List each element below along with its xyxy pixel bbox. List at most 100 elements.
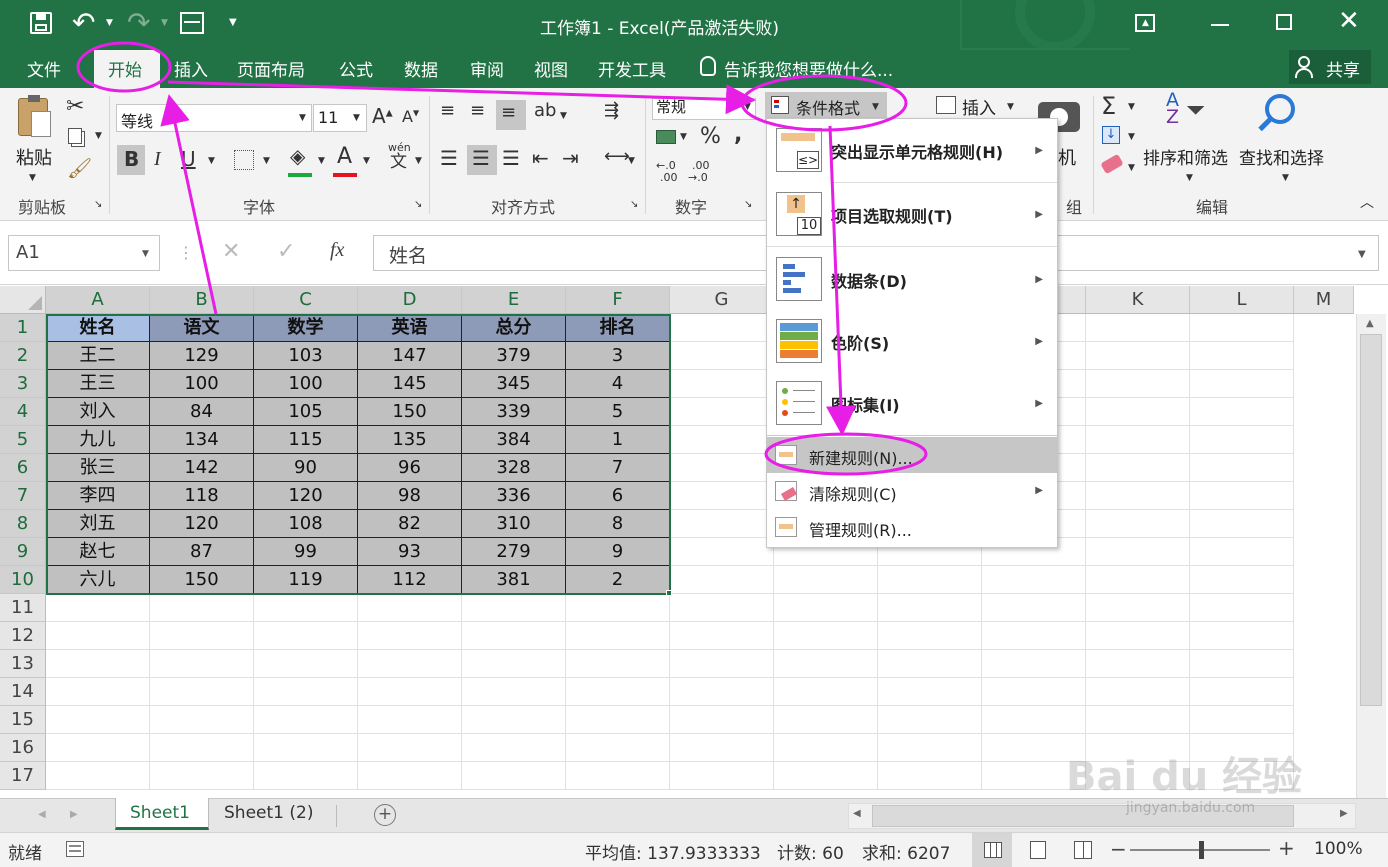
table-cell[interactable] <box>774 622 878 650</box>
table-cell[interactable] <box>46 762 150 790</box>
table-cell[interactable] <box>878 762 982 790</box>
merge-center-icon[interactable]: ⟷ <box>604 148 630 166</box>
table-cell[interactable] <box>1190 314 1294 342</box>
column-header-a[interactable]: A <box>46 286 150 314</box>
sheet-tab-sheet1-2[interactable]: Sheet1 (2) <box>224 803 313 823</box>
menu-item-new-rule[interactable]: 新建规则(N)... <box>767 437 1057 473</box>
table-cell[interactable] <box>566 762 670 790</box>
table-cell[interactable] <box>254 650 358 678</box>
autosum-dropdown-icon[interactable]: ▼ <box>1128 103 1135 112</box>
menu-item-data-bars[interactable]: 数据条(D) ▶ <box>767 248 1057 310</box>
table-cell[interactable] <box>150 706 254 734</box>
table-cell[interactable] <box>462 762 566 790</box>
select-all-corner[interactable] <box>0 286 46 314</box>
table-cell[interactable] <box>462 678 566 706</box>
save-icon[interactable] <box>30 12 52 34</box>
expand-formula-icon[interactable]: ▼ <box>1358 249 1366 260</box>
page-layout-view-icon[interactable] <box>1030 841 1046 859</box>
sort-filter-button[interactable]: 排序和筛选 <box>1143 144 1228 169</box>
font-color-dropdown-icon[interactable]: ▼ <box>363 157 370 166</box>
fill-icon[interactable]: ↓ <box>1102 126 1120 144</box>
table-cell[interactable] <box>358 622 462 650</box>
table-cell[interactable] <box>982 678 1086 706</box>
table-cell[interactable] <box>1086 622 1190 650</box>
tab-formulas[interactable]: 公式 <box>339 56 373 81</box>
row-header-2[interactable]: 2 <box>0 342 46 370</box>
insert-cells-dropdown-icon[interactable]: ▼ <box>1007 103 1014 112</box>
table-cell[interactable] <box>1190 706 1294 734</box>
table-cell[interactable] <box>254 762 358 790</box>
accounting-dropdown-icon[interactable]: ▼ <box>680 133 687 142</box>
menu-item-manage-rules[interactable]: 管理规则(R)... <box>767 509 1057 545</box>
paste-dropdown-icon[interactable]: ▼ <box>29 174 36 183</box>
undo-dropdown-icon[interactable]: ▼ <box>106 18 113 28</box>
underline-button[interactable]: U <box>181 149 196 169</box>
table-cell[interactable] <box>358 594 462 622</box>
worksheet-grid[interactable]: ABCDEFGHIJKLM 1234567891011121314151617 … <box>0 286 1388 798</box>
table-cell[interactable] <box>46 650 150 678</box>
align-middle-icon[interactable]: ≡ <box>470 102 485 120</box>
macro-record-icon[interactable] <box>66 841 84 857</box>
font-size-dropdown-icon[interactable]: ▼ <box>353 114 360 123</box>
table-cell[interactable] <box>46 734 150 762</box>
table-cell[interactable] <box>1190 538 1294 566</box>
table-cell[interactable] <box>1190 622 1294 650</box>
autosum-icon[interactable]: Σ <box>1101 94 1116 118</box>
sort-filter-icon[interactable]: AZ <box>1166 90 1179 126</box>
table-cell[interactable] <box>46 622 150 650</box>
table-cell[interactable] <box>462 734 566 762</box>
find-select-dropdown-icon[interactable]: ▼ <box>1282 174 1289 183</box>
table-cell[interactable] <box>1190 482 1294 510</box>
align-left-icon[interactable]: ☰ <box>440 148 458 168</box>
table-cell[interactable] <box>670 706 774 734</box>
table-cell[interactable] <box>254 734 358 762</box>
font-name-dropdown-icon[interactable]: ▼ <box>299 114 306 123</box>
percent-button[interactable]: % <box>700 126 721 148</box>
table-cell[interactable] <box>1190 650 1294 678</box>
table-cell[interactable] <box>566 706 670 734</box>
table-cell[interactable] <box>670 566 774 594</box>
table-cell[interactable] <box>566 594 670 622</box>
table-cell[interactable] <box>1190 594 1294 622</box>
zoom-in-icon[interactable]: + <box>1278 836 1295 860</box>
column-header-k[interactable]: K <box>1086 286 1190 314</box>
table-cell[interactable] <box>1086 342 1190 370</box>
zoom-out-icon[interactable]: − <box>1110 837 1127 861</box>
tab-page-layout[interactable]: 页面布局 <box>237 56 305 81</box>
row-header-9[interactable]: 9 <box>0 538 46 566</box>
borders-dropdown-icon[interactable]: ▼ <box>263 157 270 166</box>
maximize-icon[interactable] <box>1276 14 1292 30</box>
row-header-6[interactable]: 6 <box>0 454 46 482</box>
redo-dropdown-icon[interactable]: ▼ <box>161 18 168 28</box>
table-cell[interactable] <box>982 566 1086 594</box>
customize-qat-icon[interactable]: ▼ <box>229 17 237 28</box>
decrease-indent-icon[interactable]: ⇤ <box>532 148 549 168</box>
table-cell[interactable] <box>1086 370 1190 398</box>
table-cell[interactable] <box>670 510 774 538</box>
column-header-f[interactable]: F <box>566 286 670 314</box>
table-cell[interactable] <box>358 706 462 734</box>
table-cell[interactable] <box>670 594 774 622</box>
paste-icon[interactable] <box>18 95 51 137</box>
menu-item-icon-sets[interactable]: 图标集(I) ▶ <box>767 372 1057 434</box>
table-cell[interactable] <box>878 566 982 594</box>
table-cell[interactable] <box>1190 370 1294 398</box>
table-cell[interactable] <box>358 734 462 762</box>
table-cell[interactable] <box>1086 454 1190 482</box>
table-cell[interactable] <box>670 454 774 482</box>
fill-handle[interactable] <box>666 590 672 596</box>
clear-icon[interactable] <box>1100 153 1124 175</box>
table-cell[interactable] <box>1086 706 1190 734</box>
fill-color-icon[interactable]: ◈ <box>290 146 305 166</box>
table-cell[interactable] <box>774 566 878 594</box>
page-break-view-icon[interactable] <box>1074 841 1092 859</box>
table-cell[interactable] <box>150 594 254 622</box>
table-cell[interactable] <box>46 678 150 706</box>
table-cell[interactable] <box>254 706 358 734</box>
table-cell[interactable] <box>878 678 982 706</box>
fill-dropdown-icon[interactable]: ▼ <box>1128 133 1135 142</box>
table-cell[interactable] <box>774 594 878 622</box>
table-cell[interactable] <box>670 482 774 510</box>
close-icon[interactable]: ✕ <box>1338 6 1360 36</box>
decrease-font-icon[interactable]: A▼ <box>402 109 419 125</box>
